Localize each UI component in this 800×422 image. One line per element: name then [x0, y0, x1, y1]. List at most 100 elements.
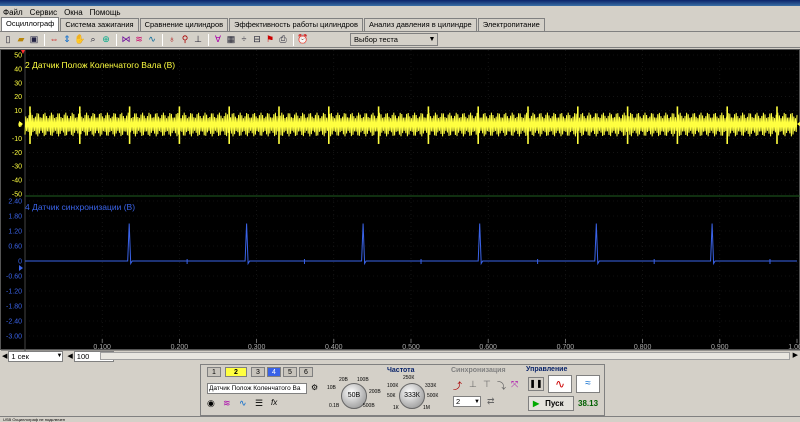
scroll-icon[interactable]: ◀ [67, 352, 72, 360]
invert-wave-icon[interactable]: ∿ [239, 398, 247, 409]
measure-icon[interactable]: ♁ [166, 34, 178, 46]
frequency-title: Частота [387, 367, 415, 374]
divide-icon[interactable]: ÷ [238, 34, 250, 46]
source-value: Датчик Полож Коленчатого Ва [209, 385, 301, 392]
test-select-label: Выбор теста [354, 35, 398, 44]
toolbar-separator [293, 33, 294, 46]
freq-tick-label: 250К [403, 375, 415, 381]
save-icon[interactable]: ▣ [28, 34, 40, 46]
chevron-down-icon: ▼ [56, 353, 63, 359]
scroll-left-icon[interactable]: ◀ [2, 352, 7, 360]
multi-wave-button[interactable]: ≈ [576, 375, 600, 393]
status-text: USB Осциллограф не подключен [3, 417, 65, 422]
channel-5-button[interactable]: 5 [283, 367, 297, 377]
menu-file[interactable]: Файл [3, 8, 23, 17]
tab-strip: Осциллограф Система зажигания Сравнение … [0, 17, 800, 32]
ch2-tick-label: 20 [14, 94, 22, 101]
ch4-tick-label: -1.20 [6, 289, 22, 296]
trigger-off-icon[interactable]: ⤧ [511, 379, 518, 390]
tab-cylinder-efficiency[interactable]: Эффективность работы цилиндров [229, 18, 363, 31]
channel-6-button[interactable]: 6 [299, 367, 313, 377]
frequency-value: 333К [404, 392, 420, 399]
range-value: 50В [347, 392, 361, 399]
freq-tick-label: 1М [423, 405, 430, 411]
alarm-clock-icon[interactable]: ⏰ [297, 34, 309, 46]
sync-title: Синхронизация [451, 367, 506, 374]
horizontal-scrollbar[interactable] [100, 352, 790, 360]
flag-icon[interactable]: ⚑ [264, 34, 276, 46]
ch2-tick-label: 40 [14, 66, 22, 73]
ch2-waveform [24, 112, 798, 137]
formula-icon[interactable]: fx [271, 398, 277, 407]
oscilloscope-display[interactable]: 50 40 30 20 10 0 -10 -20 -30 -40 -50 2.40 1.80 1.20 0… [0, 49, 800, 351]
sync-arrows-icon[interactable]: ⇄ [487, 396, 495, 407]
tab-power-supply[interactable]: Электропитание [477, 18, 545, 31]
trigger-level-icon[interactable]: ⊥ [469, 379, 477, 390]
ch4-tick-label: 0.60 [8, 244, 22, 251]
freq-tick-label: 333К [425, 383, 437, 389]
toolbar-separator [208, 33, 209, 46]
control-value: 38.13 [578, 399, 599, 408]
pause-button[interactable]: ❚❚ [528, 377, 544, 391]
cursor-icon[interactable]: ⊕ [100, 34, 112, 46]
tab-ignition[interactable]: Система зажигания [60, 18, 139, 31]
channel-1-button[interactable]: 1 [207, 367, 221, 377]
tab-cylinder-compare[interactable]: Сравнение цилиндров [139, 18, 229, 31]
probe-icon[interactable]: ◉ [207, 398, 215, 409]
trigger-edge-icon[interactable]: ⊤ [483, 379, 491, 390]
channel-3-button[interactable]: 3 [251, 367, 265, 377]
source-select[interactable]: Датчик Полож Коленчатого Ва [207, 383, 307, 394]
ch4-tick-label: -0.60 [6, 274, 22, 281]
zoom-horizontal-icon[interactable]: ⇔ [48, 34, 60, 46]
start-button[interactable]: ▶ Пуск [528, 396, 574, 411]
freq-tick-label: 500К [427, 393, 439, 399]
filter-wave-icon[interactable]: ≋ [223, 398, 231, 409]
list-icon[interactable]: ☰ [255, 398, 263, 409]
split-icon[interactable]: ⊟ [251, 34, 263, 46]
range-tick-label: 200В [369, 389, 381, 395]
trigger-auto-icon[interactable]: ⤵ [497, 379, 506, 392]
ch4-tick-label: 1.80 [8, 214, 22, 221]
ch4-tick-label: 2.40 [8, 199, 22, 206]
menu-service[interactable]: Сервис [30, 8, 57, 17]
ch4-marker [19, 265, 23, 271]
print-icon[interactable]: ⎙ [277, 34, 289, 46]
overlay-icon[interactable]: ≋ [133, 34, 145, 46]
magnifier-icon[interactable]: ⌕ [87, 34, 99, 46]
timebase-select[interactable]: 1 сек ▼ [8, 350, 64, 362]
filter-icon[interactable]: ∀ [212, 34, 224, 46]
range-tick-label: 500В [363, 403, 375, 409]
status-bar: USB Осциллограф не подключен [0, 416, 800, 422]
ch2-tick-label: 30 [14, 80, 22, 87]
grid-icon[interactable]: ▦ [225, 34, 237, 46]
run-control-panel: Управление ❚❚ ∿ ≈ ▶ Пуск 38.13 [524, 366, 604, 414]
scroll-right-icon[interactable]: ▶ [793, 351, 798, 359]
channel-settings-icon[interactable]: ⚙ [311, 383, 321, 393]
menu-windows[interactable]: Окна [64, 8, 83, 17]
test-select-dropdown[interactable]: Выбор теста ▼ [350, 33, 438, 46]
channel-4-button[interactable]: 4 [267, 367, 281, 377]
marker-icon[interactable]: ⚲ [179, 34, 191, 46]
reference-icon[interactable]: ⊥ [192, 34, 204, 46]
timebase-row: ◀ 1 сек ▼ ◀ 100 ▼ ▶ [0, 350, 800, 362]
menu-help[interactable]: Помощь [90, 8, 121, 17]
ch2-tick-label: 10 [14, 108, 22, 115]
trigger-rising-icon[interactable]: ⤴ [453, 379, 462, 392]
stretch-icon[interactable]: ⋈ [120, 34, 132, 46]
sine-view-button[interactable]: ∿ [548, 375, 572, 393]
sync-channel-select[interactable]: 2 ▼ [453, 396, 481, 407]
range-tick-label: 0.1В [329, 403, 340, 409]
start-label: Пуск [545, 399, 564, 408]
wave-icon[interactable]: ∿ [146, 34, 158, 46]
oscilloscope-svg: 50 40 30 20 10 0 -10 -20 -30 -40 -50 2.40 1.80 1.20 0… [1, 50, 800, 351]
open-folder-icon[interactable]: ▰ [15, 34, 27, 46]
hand-pan-icon[interactable]: ✋ [74, 34, 86, 46]
tab-oscilloscope[interactable]: Осциллограф [1, 17, 60, 31]
ch2-tick-label: 50 [14, 53, 22, 60]
tab-pressure-analysis[interactable]: Анализ давления в цилиндре [363, 18, 477, 31]
new-file-icon[interactable]: ▯ [2, 34, 14, 46]
channel-2-button[interactable]: 2 [225, 367, 247, 377]
zoom-vertical-icon[interactable]: ⇕ [61, 34, 73, 46]
control-title: Управление [526, 366, 568, 373]
chevron-down-icon: ▼ [474, 398, 480, 405]
